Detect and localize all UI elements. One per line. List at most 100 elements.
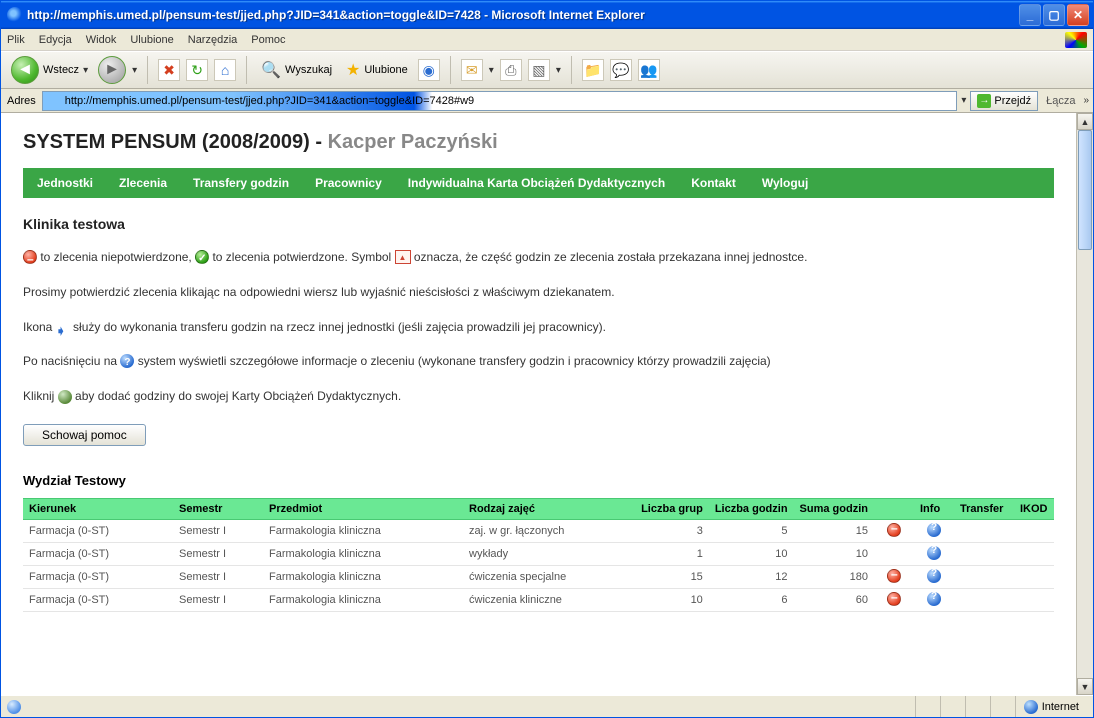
cell-rodzaj: ćwiczenia kliniczne xyxy=(463,588,617,611)
info-icon[interactable] xyxy=(927,592,941,606)
media-button[interactable]: ◉ xyxy=(418,59,440,81)
table-row[interactable]: Farmacja (0-ST)Semestr IFarmakologia kli… xyxy=(23,565,1054,588)
cell-transfer[interactable] xyxy=(954,519,1014,542)
info-icon[interactable] xyxy=(927,569,941,583)
menubar: Plik Edycja Widok Ulubione Narzędzia Pom… xyxy=(1,29,1093,51)
cell-info[interactable] xyxy=(914,542,954,565)
cell-status[interactable] xyxy=(874,565,914,588)
table-row[interactable]: Farmacja (0-ST)Semestr IFarmakologia kli… xyxy=(23,519,1054,542)
maximize-button[interactable]: ▢ xyxy=(1043,4,1065,26)
edit-button[interactable]: ▧ xyxy=(528,59,550,81)
cell-blank xyxy=(617,565,635,588)
cell-info[interactable] xyxy=(914,565,954,588)
cell-ikod[interactable] xyxy=(1014,519,1054,542)
cell-status[interactable] xyxy=(874,588,914,611)
unconfirmed-icon[interactable] xyxy=(887,592,901,606)
cell-transfer[interactable] xyxy=(954,588,1014,611)
col-ikod: IKOD xyxy=(1014,498,1054,519)
cell-kierunek: Farmacja (0-ST) xyxy=(23,565,173,588)
cell-ikod[interactable] xyxy=(1014,542,1054,565)
ie-window: http://memphis.umed.pl/pensum-test/jjed.… xyxy=(0,0,1094,718)
help-l2: Prosimy potwierdzić zlecenia klikając na… xyxy=(23,281,1054,304)
scroll-track[interactable] xyxy=(1077,130,1093,678)
unconfirmed-icon[interactable] xyxy=(887,569,901,583)
search-button[interactable]: 🔍 Wyszukaj xyxy=(257,58,336,82)
cell-status[interactable] xyxy=(874,542,914,565)
address-input[interactable] xyxy=(42,91,958,111)
menu-plik[interactable]: Plik xyxy=(7,34,25,46)
chevron-down-icon[interactable]: ▾ xyxy=(132,65,137,76)
messenger-button[interactable]: 👥 xyxy=(638,59,660,81)
cell-transfer[interactable] xyxy=(954,565,1014,588)
favorites-label: Ulubione xyxy=(364,64,407,76)
nav-zlecenia[interactable]: Zlecenia xyxy=(119,176,167,190)
title-user: Kacper Paczyński xyxy=(328,131,498,153)
confirmed-icon xyxy=(195,250,209,264)
nav-transfery[interactable]: Transfery godzin xyxy=(193,176,289,190)
cell-godzin: 12 xyxy=(709,565,794,588)
scroll-up-button[interactable]: ▲ xyxy=(1077,113,1093,130)
menu-widok[interactable]: Widok xyxy=(86,34,117,46)
status-cell xyxy=(915,696,932,717)
chevron-down-icon[interactable]: ▾ xyxy=(556,65,561,76)
menu-ulubione[interactable]: Ulubione xyxy=(130,34,173,46)
content-area: SYSTEM PENSUM (2008/2009) - Kacper Paczy… xyxy=(1,113,1093,695)
go-button[interactable]: → Przejdź xyxy=(970,91,1038,111)
status-cell xyxy=(965,696,982,717)
scroll-down-button[interactable]: ▼ xyxy=(1077,678,1093,695)
address-bar: Adres ▾ → Przejdź Łącza » xyxy=(1,89,1093,113)
cell-transfer[interactable] xyxy=(954,542,1014,565)
nav-ikod[interactable]: Indywidualna Karta Obciążeń Dydaktycznyc… xyxy=(408,176,665,190)
favorites-button[interactable]: ★ Ulubione xyxy=(342,58,412,82)
refresh-button[interactable]: ↻ xyxy=(186,59,208,81)
col-info: Info xyxy=(914,498,954,519)
cell-ikod[interactable] xyxy=(1014,588,1054,611)
nav-jednostki[interactable]: Jednostki xyxy=(37,176,93,190)
stop-button[interactable]: ✖ xyxy=(158,59,180,81)
chevron-right-icon[interactable]: » xyxy=(1083,95,1089,106)
links-label[interactable]: Łącza xyxy=(1042,95,1079,107)
info-icon[interactable] xyxy=(927,546,941,560)
go-arrow-icon: → xyxy=(977,94,991,108)
cell-kierunek: Farmacja (0-ST) xyxy=(23,519,173,542)
unconfirmed-icon[interactable] xyxy=(887,523,901,537)
cell-ikod[interactable] xyxy=(1014,565,1054,588)
table-row[interactable]: Farmacja (0-ST)Semestr IFarmakologia kli… xyxy=(23,542,1054,565)
cell-godzin: 10 xyxy=(709,542,794,565)
col-przedmiot: Przedmiot xyxy=(263,498,463,519)
cell-suma: 180 xyxy=(794,565,874,588)
back-button[interactable]: ◄ Wstecz ▾ xyxy=(7,54,92,86)
nav-pracownicy[interactable]: Pracownicy xyxy=(315,176,382,190)
info-icon[interactable] xyxy=(927,523,941,537)
hide-help-button[interactable]: Schowaj pomoc xyxy=(23,424,146,446)
forward-button[interactable]: ► xyxy=(98,56,126,84)
transfer-symbol-icon xyxy=(395,250,411,264)
cell-info[interactable] xyxy=(914,588,954,611)
cell-semestr: Semestr I xyxy=(173,588,263,611)
table-row[interactable]: Farmacja (0-ST)Semestr IFarmakologia kli… xyxy=(23,588,1054,611)
discuss-button[interactable]: 💬 xyxy=(610,59,632,81)
cell-info[interactable] xyxy=(914,519,954,542)
search-label: Wyszukaj xyxy=(285,64,332,76)
mail-button[interactable]: ✉ xyxy=(461,59,483,81)
help-l1a: to zlecenia niepotwierdzone, xyxy=(37,250,195,264)
close-button[interactable]: ✕ xyxy=(1067,4,1089,26)
nav-kontakt[interactable]: Kontakt xyxy=(691,176,736,190)
vertical-scrollbar[interactable]: ▲ ▼ xyxy=(1076,113,1093,695)
col-grup: Liczba grup xyxy=(635,498,709,519)
minimize-button[interactable]: _ xyxy=(1019,4,1041,26)
menu-pomoc[interactable]: Pomoc xyxy=(251,34,285,46)
chevron-down-icon[interactable]: ▾ xyxy=(961,95,966,106)
chevron-down-icon[interactable]: ▾ xyxy=(489,65,494,76)
home-button[interactable]: ⌂ xyxy=(214,59,236,81)
folder-button[interactable]: 📁 xyxy=(582,59,604,81)
cell-status[interactable] xyxy=(874,519,914,542)
menu-edycja[interactable]: Edycja xyxy=(39,34,72,46)
menu-narzedzia[interactable]: Narzędzia xyxy=(188,34,238,46)
print-button[interactable]: ⎙ xyxy=(500,59,522,81)
cell-blank xyxy=(617,588,635,611)
status-zone: Internet xyxy=(1015,696,1087,717)
cell-suma: 10 xyxy=(794,542,874,565)
nav-wyloguj[interactable]: Wyloguj xyxy=(762,176,808,190)
scroll-thumb[interactable] xyxy=(1078,130,1092,250)
